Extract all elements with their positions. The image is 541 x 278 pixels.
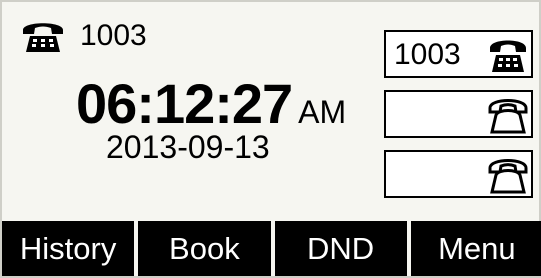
history-softkey[interactable]: History — [2, 221, 135, 276]
line-key-1[interactable]: 1003 — [384, 30, 533, 78]
line-key-3[interactable] — [384, 150, 533, 198]
phone-idle-icon — [487, 95, 529, 135]
phone-handset-filled-icon — [20, 18, 66, 54]
line-key-2[interactable] — [384, 90, 533, 138]
clock-time: 06:12:27 — [76, 72, 293, 135]
status-bar: 1003 — [20, 16, 147, 56]
book-softkey[interactable]: Book — [138, 221, 271, 276]
clock-ampm: AM — [298, 94, 347, 130]
phone-display: 1003 06:12:27 AM 2013-09-13 1003 History… — [0, 0, 541, 278]
softkey-bar: History Book DND Menu — [2, 221, 541, 276]
phone-registered-icon — [487, 35, 529, 75]
clock: 06:12:27 AM — [76, 76, 346, 132]
phone-idle-icon — [487, 155, 529, 195]
dnd-softkey[interactable]: DND — [274, 221, 407, 276]
clock-date: 2013-09-13 — [106, 129, 270, 165]
extension-number: 1003 — [80, 19, 147, 52]
line-key-label: 1003 — [394, 38, 461, 71]
menu-softkey[interactable]: Menu — [410, 221, 541, 276]
